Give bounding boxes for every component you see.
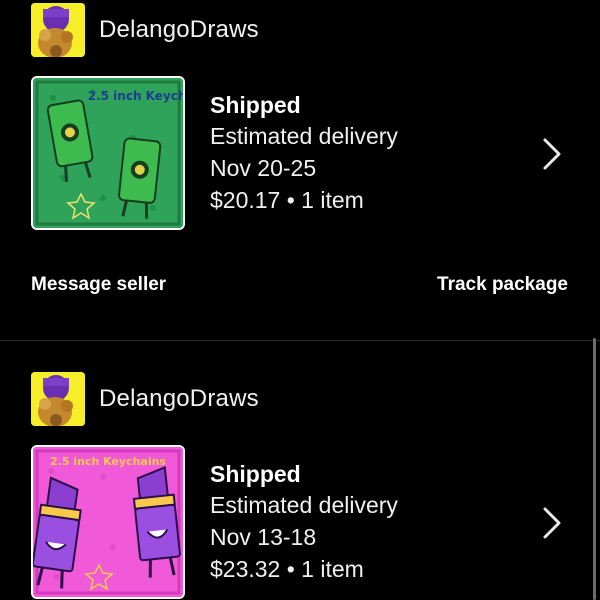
order-info[interactable]: Shipped Estimated delivery Nov 20-25 $20… <box>210 90 398 216</box>
delivery-dates: Nov 20-25 <box>210 155 317 181</box>
track-package-button[interactable]: Track package <box>437 274 568 296</box>
delivery-label: Estimated delivery <box>210 123 398 149</box>
product-image: 2.5 inch Keychains <box>33 447 183 597</box>
message-seller-button[interactable]: Message seller <box>31 274 166 296</box>
shop-header[interactable]: DelangoDraws <box>31 372 259 426</box>
order-actions: Message seller Track package <box>0 270 600 302</box>
thumbnail-caption: 2.5 inch Keychains <box>50 455 166 468</box>
order-status: Shipped <box>210 461 301 487</box>
thumbnail-caption: 2.5 inch Keychains <box>88 89 183 103</box>
order-card: DelangoDraws 2.5 inch Keychains <box>0 341 600 600</box>
order-status: Shipped <box>210 92 301 118</box>
product-thumbnail[interactable]: 2.5 inch Keychains <box>31 445 185 599</box>
product-image: 2.5 inch Keychains <box>33 78 183 228</box>
shop-avatar[interactable] <box>31 3 85 57</box>
product-thumbnail[interactable]: 2.5 inch Keychains <box>31 76 185 230</box>
order-card: DelangoDraws 2.5 inch Keychains <box>0 0 600 340</box>
order-summary: $20.17 • 1 item <box>210 187 364 213</box>
delivery-dates: Nov 13-18 <box>210 524 317 550</box>
delivery-label: Estimated delivery <box>210 492 398 518</box>
chevron-right-icon[interactable] <box>540 136 564 172</box>
order-summary: $23.32 • 1 item <box>210 556 364 582</box>
order-info[interactable]: Shipped Estimated delivery Nov 13-18 $23… <box>210 459 398 585</box>
shop-header[interactable]: DelangoDraws <box>31 3 259 57</box>
shop-name[interactable]: DelangoDraws <box>99 16 259 44</box>
shop-name[interactable]: DelangoDraws <box>99 385 259 413</box>
chevron-right-icon[interactable] <box>540 505 564 541</box>
scrollbar[interactable] <box>593 338 596 600</box>
shop-avatar-icon <box>31 3 85 57</box>
shop-avatar[interactable] <box>31 372 85 426</box>
shop-avatar-icon <box>31 372 85 426</box>
